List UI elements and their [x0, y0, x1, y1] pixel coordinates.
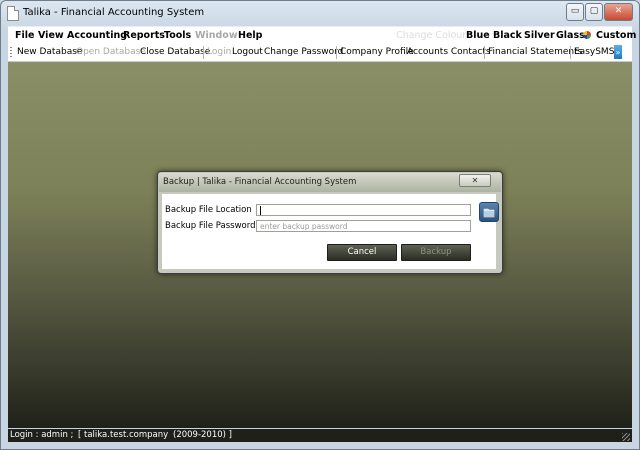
menu-window[interactable]: Window — [195, 30, 238, 41]
browse-button[interactable] — [479, 202, 499, 222]
status-bar: Login : admin ; [ talika.test.company (2… — [8, 429, 632, 442]
window-title: Talika - Financial Accounting System — [23, 7, 205, 18]
dialog-title-bar[interactable]: Backup | Talika - Financial Accounting S… — [159, 173, 501, 192]
theme-glass[interactable]: Glass — [556, 30, 585, 41]
toolbar-financial-statements[interactable]: Financial Statements — [488, 47, 582, 57]
status-period: (2009-2010) ] — [173, 430, 232, 440]
backup-button[interactable]: Backup — [401, 244, 471, 261]
dialog-close-button[interactable]: ✕ — [459, 174, 491, 187]
theme-blue[interactable]: Blue — [466, 30, 490, 41]
tool-bar: New Database Open Database Close Databas… — [8, 44, 632, 62]
toolbar-logout[interactable]: Logout — [232, 47, 263, 57]
minimize-button[interactable]: ▭ — [566, 3, 584, 21]
toolbar-grip[interactable] — [10, 47, 12, 58]
dialog-body: Backup File Location Backup File Passwor… — [162, 194, 499, 269]
color-palette-icon — [583, 31, 591, 39]
folder-icon — [483, 208, 495, 218]
menu-file[interactable]: File — [15, 30, 34, 41]
theme-black[interactable]: Black — [493, 30, 522, 41]
toolbar-separator — [203, 46, 204, 59]
title-bar[interactable]: Talika - Financial Accounting System ▭ ▢… — [1, 1, 639, 25]
app-document-icon — [7, 6, 19, 21]
toolbar-separator — [484, 46, 485, 59]
backup-dialog: Backup | Talika - Financial Accounting S… — [157, 171, 503, 274]
toolbar-company-profile[interactable]: Company Profile — [340, 47, 414, 57]
toolbar-change-password[interactable]: Change Password — [264, 47, 343, 57]
cancel-button[interactable]: Cancel — [327, 244, 397, 261]
menu-reports[interactable]: Reports — [123, 30, 165, 41]
menu-bar: File View Accounting Reports Tools Windo… — [8, 26, 636, 45]
text-caret — [260, 206, 261, 215]
file-location-input[interactable] — [256, 204, 471, 216]
toolbar-login[interactable]: Login — [207, 47, 231, 57]
menu-tools[interactable]: Tools — [164, 30, 191, 41]
dialog-title: Backup | Talika - Financial Accounting S… — [163, 177, 357, 187]
status-login: Login : admin ; — [10, 430, 74, 440]
maximize-button[interactable]: ▢ — [585, 3, 603, 21]
file-password-label: Backup File Password — [165, 221, 256, 231]
toolbar-overflow-button[interactable]: » — [614, 45, 622, 59]
menu-view[interactable]: View — [38, 30, 64, 41]
toolbar-new-database[interactable]: New Database — [17, 47, 82, 57]
toolbar-accounts-contacts[interactable]: Accounts Contacts — [407, 47, 491, 57]
resize-grip[interactable] — [622, 433, 630, 441]
theme-custom[interactable]: Custom — [596, 30, 636, 41]
close-button[interactable]: ✕ — [604, 3, 633, 21]
status-company: [ talika.test.company — [78, 430, 169, 440]
toolbar-open-database[interactable]: Open Database — [76, 47, 146, 57]
file-password-input[interactable] — [256, 220, 471, 232]
file-location-label: Backup File Location — [165, 205, 252, 215]
toolbar-separator — [570, 46, 571, 59]
toolbar-easysms[interactable]: EasySMS — [574, 47, 614, 57]
menu-help[interactable]: Help — [238, 30, 262, 41]
menu-accounting[interactable]: Accounting — [67, 30, 127, 41]
theme-silver[interactable]: Silver — [524, 30, 555, 41]
toolbar-close-database[interactable]: Close Database — [140, 47, 210, 57]
toolbar-separator — [336, 46, 337, 59]
change-colour-label: Change Colour: — [396, 30, 470, 41]
